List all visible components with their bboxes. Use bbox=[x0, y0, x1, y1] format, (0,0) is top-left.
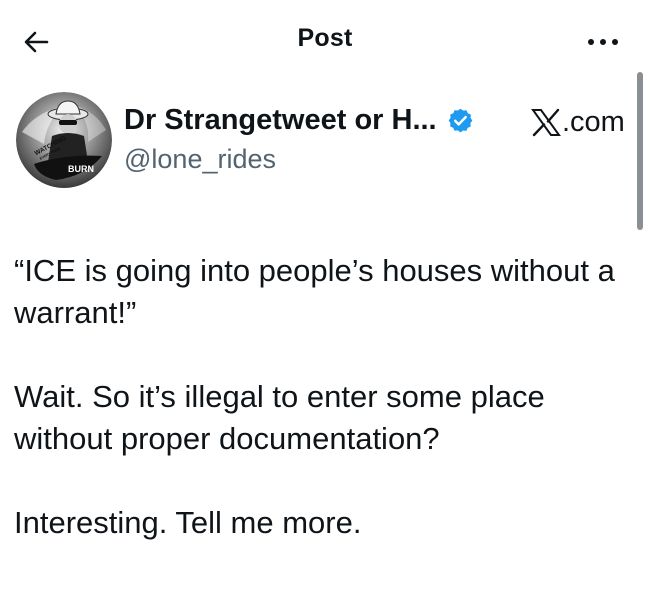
author-handle[interactable]: @lone_rides bbox=[124, 144, 276, 175]
avatar-image: WATCHING EVERYTHING BURN bbox=[16, 92, 112, 188]
source-text: .com bbox=[562, 105, 625, 138]
avatar-text-3: BURN bbox=[68, 164, 94, 174]
x-logo-icon bbox=[531, 108, 561, 136]
author-name-row: Dr Strangetweet or H... bbox=[124, 100, 524, 140]
top-bar: Post bbox=[0, 0, 650, 80]
page-title: Post bbox=[297, 24, 353, 52]
source-label: .com bbox=[531, 104, 625, 140]
scrollbar[interactable] bbox=[637, 72, 643, 230]
verified-badge-icon bbox=[448, 108, 472, 132]
tweet-text: “ICE is going into people’s houses witho… bbox=[14, 253, 615, 540]
avatar[interactable]: WATCHING EVERYTHING BURN bbox=[16, 92, 112, 188]
more-options-button[interactable] bbox=[583, 28, 623, 56]
more-horizontal-icon bbox=[588, 39, 618, 45]
author-display-name[interactable]: Dr Strangetweet or H... bbox=[124, 104, 437, 137]
